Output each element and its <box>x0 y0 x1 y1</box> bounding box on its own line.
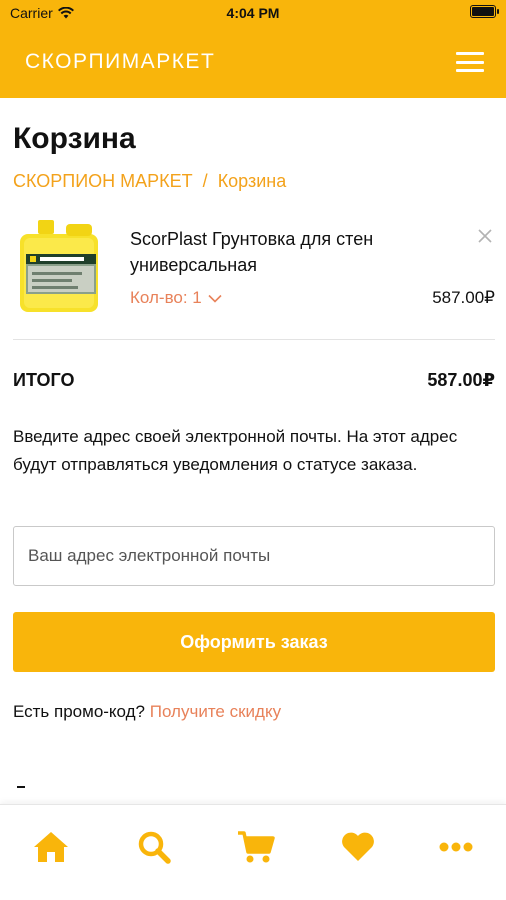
checkout-button[interactable]: Оформить заказ <box>13 612 495 672</box>
email-instructions: Введите адрес своей электронной почты. Н… <box>13 427 458 474</box>
clock: 4:04 PM <box>226 5 280 21</box>
breadcrumb-separator: / <box>202 171 208 191</box>
heart-icon <box>342 832 374 861</box>
promo-link[interactable]: Получите скидку <box>150 702 281 721</box>
search-icon <box>138 831 171 864</box>
more-icon <box>439 842 473 852</box>
email-field[interactable] <box>13 526 495 586</box>
breadcrumb-home-link[interactable]: СКОРПИОН МАРКЕТ <box>13 171 193 191</box>
quantity-selector[interactable]: Кол-во: 1 <box>130 288 222 308</box>
home-icon <box>34 832 68 862</box>
chevron-down-icon <box>208 294 222 303</box>
tab-favorites[interactable] <box>338 827 378 867</box>
cart-item: ScorPlast Грунтовка для стен универсальн… <box>13 216 495 340</box>
promo-code-prompt: Есть промо-код? Получите скидку <box>13 702 281 722</box>
primer-canister-image[interactable] <box>18 216 103 314</box>
breadcrumb-current[interactable]: Корзина <box>218 171 287 191</box>
tab-cart[interactable] <box>236 827 276 867</box>
cart-icon <box>238 831 275 863</box>
product-name[interactable]: ScorPlast Грунтовка для стен универсальн… <box>130 226 460 278</box>
total-value: 587.00₽ <box>427 370 495 390</box>
app-header: СКОРПИМАРКЕТ <box>0 24 506 98</box>
item-price: 587.00₽ <box>432 288 495 307</box>
status-bar: Carrier 4:04 PM <box>0 0 506 24</box>
divider <box>17 786 25 788</box>
tab-search[interactable] <box>134 827 174 867</box>
brand-logo[interactable]: СКОРПИМАРКЕТ <box>25 50 215 74</box>
breadcrumb: СКОРПИОН МАРКЕТ / Корзина <box>13 171 286 192</box>
tab-more[interactable] <box>436 827 476 867</box>
tab-home[interactable] <box>31 827 71 867</box>
bottom-tab-bar <box>0 804 506 900</box>
hamburger-menu-icon[interactable] <box>456 52 484 72</box>
total-label: ИТОГО <box>13 370 75 390</box>
close-icon[interactable] <box>477 228 493 244</box>
battery-icon <box>470 5 499 18</box>
page-title: Корзина <box>13 122 136 155</box>
quantity-label: Кол-во: 1 <box>130 288 202 307</box>
promo-question: Есть промо-код? <box>13 702 146 721</box>
